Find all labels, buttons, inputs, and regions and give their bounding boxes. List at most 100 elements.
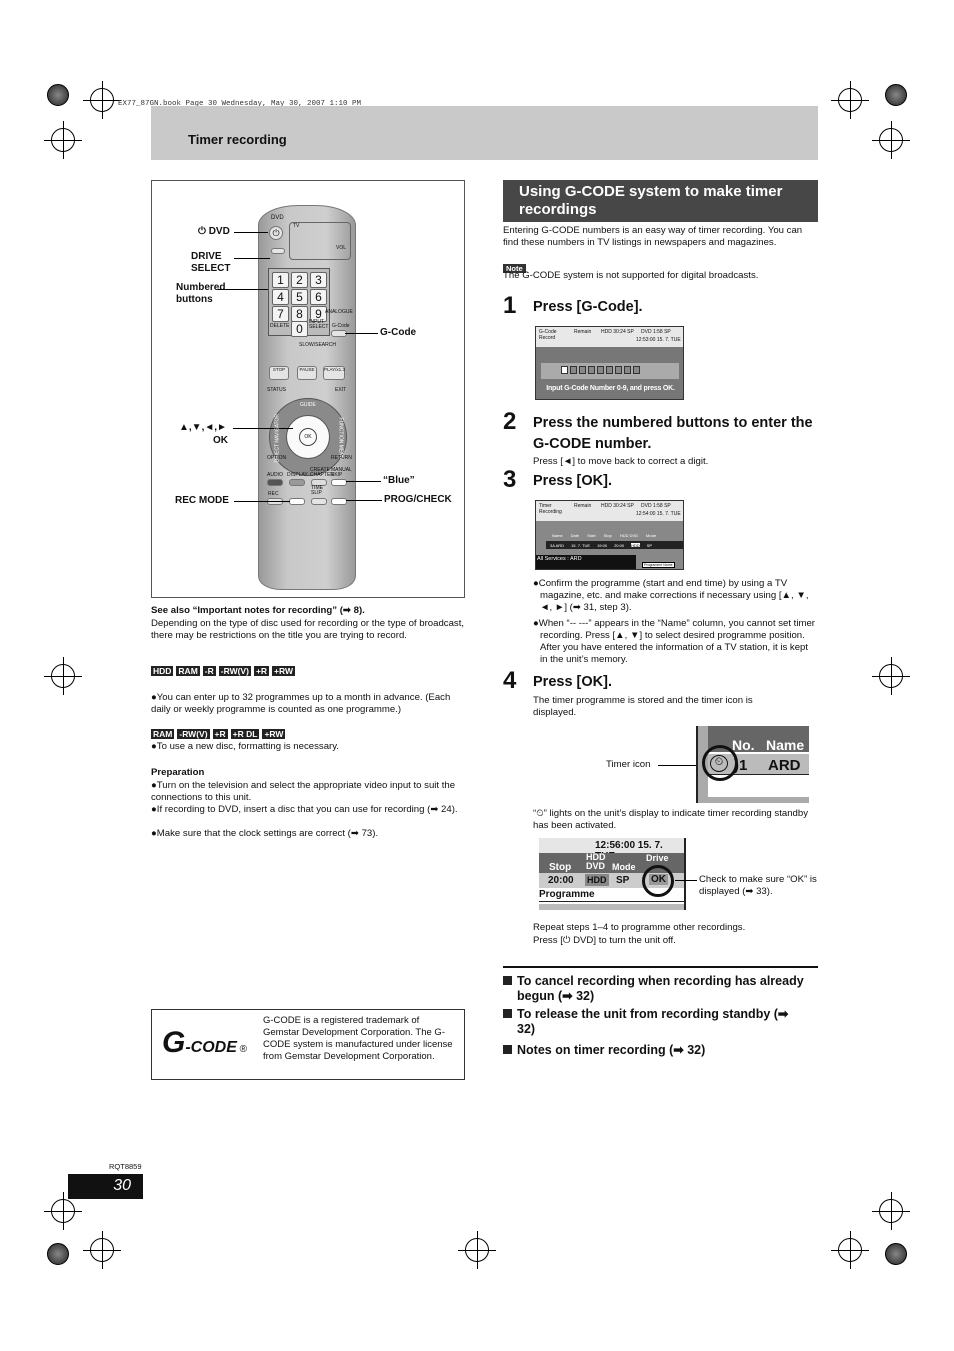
remote-text-time-slip: TIME SLIP — [311, 485, 323, 496]
label-blue: “Blue” — [383, 475, 415, 486]
disc-badge: +R — [253, 666, 270, 676]
screen-remain: Remain — [574, 329, 592, 335]
disc-badge: -R — [202, 666, 216, 676]
programme-name-button: Programme Name — [642, 562, 675, 568]
remote-text: GUIDE — [300, 402, 316, 408]
registration-mark — [47, 1243, 69, 1265]
prog-check-button — [331, 498, 347, 505]
screen-dvd: DVD 1:58 SP — [641, 503, 671, 509]
preparation-heading: Preparation — [151, 767, 205, 778]
remote-control: DVD ⏻ TV VOL 1 2 3 4 5 6 7 8 9 0 DELETE … — [258, 205, 356, 590]
restriction-text: Depending on the type of disc used for r… — [151, 618, 465, 641]
label-dvd: ⏻ DVD — [198, 226, 230, 237]
screen-title: G-Code Record — [539, 329, 557, 341]
column: Start — [587, 533, 596, 538]
rec-mode-button — [289, 498, 305, 505]
cell: 15. 7. TUE — [571, 543, 591, 548]
cell: 3A ARD — [550, 543, 565, 548]
drive-value: HDD — [585, 874, 609, 886]
remote-text-display: DISPLAY — [287, 472, 308, 478]
disc-badge: -RW(V) — [218, 666, 251, 676]
disc-badge: HDD — [151, 666, 174, 676]
link-cancel-recording[interactable]: To cancel recording when recording has a… — [503, 974, 821, 1004]
page-title: Timer recording — [188, 132, 287, 147]
mode-value: SP — [616, 875, 630, 886]
screen-time: 12:53:00 15. 7. TUE — [636, 337, 681, 343]
remote-text: G-Code — [332, 323, 350, 329]
disc-badge: +RW — [262, 729, 286, 739]
bullet-text: ●You can enter up to 32 programmes up to… — [151, 692, 451, 715]
label-ok: OK — [213, 435, 228, 446]
column-name: Name — [766, 737, 805, 753]
column-no: No. — [732, 737, 755, 753]
page-number: 30 — [68, 1174, 143, 1199]
programme-label: Programme — [539, 889, 595, 900]
navigation-ring: OK GUIDE DIRECT NAVIGATOR FUNCTION MENU — [269, 398, 347, 476]
screen-title: Timer Recording — [539, 503, 562, 515]
key-5: 5 — [291, 289, 308, 305]
label-gcode: G-Code — [380, 327, 417, 338]
label-numbered-buttons: Numbered buttons — [176, 282, 226, 305]
square-bullet-icon — [503, 976, 512, 985]
bullet-text: ●To use a new disc, formatting is necess… — [151, 741, 339, 752]
link-notes-timer[interactable]: Notes on timer recording (➡ 32) — [503, 1043, 705, 1058]
station-name: ARD — [768, 757, 801, 774]
disc-badges-1: HDD RAM -R -RW(V) +R +RW — [151, 666, 296, 676]
crop-mark — [83, 81, 121, 119]
screen-services: All Services : ARD — [536, 555, 636, 569]
play-button: PLAY/x1.3 — [323, 366, 345, 380]
link-text: To cancel recording when recording has a… — [517, 974, 804, 1003]
remote-text-vol: VOL — [336, 245, 347, 251]
screen-columns: Name Date Start Stop HDD DVD Mode — [552, 533, 656, 538]
step-title: Press [OK]. — [533, 473, 612, 489]
remote-text: DVD — [271, 215, 284, 221]
key-4: 4 — [272, 289, 289, 305]
square-bullet-icon — [503, 1045, 512, 1054]
remote-text-manual-skip: MANUAL SKIP — [331, 467, 352, 478]
remote-text: STATUS — [267, 387, 286, 393]
red-button — [267, 479, 283, 486]
label-rec-mode: REC MODE — [175, 495, 229, 506]
label-drive-select: DRIVE SELECT — [191, 251, 231, 274]
crop-mark — [83, 1231, 121, 1269]
remote-text-slow-search: SLOW/SEARCH — [299, 342, 336, 348]
screen-dvd: DVD 1:58 SP — [641, 329, 671, 335]
crop-mark — [872, 121, 910, 159]
remote-text-input-select: INPUT SELECT — [309, 319, 329, 330]
timer-list-screen: No. Name )1 ARD ⏲ — [696, 726, 809, 803]
cell: SP — [646, 543, 653, 548]
section-title: Using G-CODE system to make timer record… — [503, 180, 818, 222]
disc-badge: -RW(V) — [177, 729, 210, 739]
remote-text: RETURN — [331, 455, 352, 461]
step-title: Press the numbered buttons to enter the … — [533, 415, 813, 452]
disc-badge: RAM — [176, 666, 200, 676]
column: Name — [552, 533, 563, 538]
step-number: 4 — [503, 667, 517, 694]
prep-item: ●Make sure that the clock settings are c… — [151, 828, 379, 839]
remote-text-analogue: ANALOGUE — [325, 309, 353, 315]
power-button: ⏻ — [269, 226, 283, 240]
step-subtext: Press [◄] to move back to correct a digi… — [533, 456, 709, 467]
square-bullet-icon — [503, 1009, 512, 1018]
prep-item: ●Turn on the television and select the a… — [151, 780, 456, 803]
gcode-record-screen: G-Code Record Remain HDD 30:24 SP DVD 1:… — [535, 326, 684, 400]
divider — [503, 966, 818, 968]
drive-select-button — [271, 248, 285, 254]
ok-button: OK — [299, 428, 317, 446]
column-stop: Stop — [549, 862, 572, 873]
column: Date — [570, 533, 580, 538]
green-button — [289, 479, 305, 486]
step-title: Press [OK]. — [533, 674, 612, 690]
crop-mark — [831, 81, 869, 119]
disc-badge: +R DL — [230, 729, 260, 739]
registration-mark — [885, 1243, 907, 1265]
timer-icon-label: Timer icon — [606, 759, 651, 770]
disc-badge: RAM — [151, 729, 175, 739]
registration-mark — [47, 84, 69, 106]
crop-mark — [831, 1231, 869, 1269]
link-release-standby[interactable]: To release the unit from recording stand… — [503, 1007, 803, 1037]
remote-text: TV — [293, 223, 300, 229]
remote-text-create-chapter: CREATE CHAPTER — [310, 467, 334, 478]
disc-badges-2: RAM -RW(V) +R +R DL +RW — [151, 729, 286, 739]
crop-mark — [44, 657, 82, 695]
